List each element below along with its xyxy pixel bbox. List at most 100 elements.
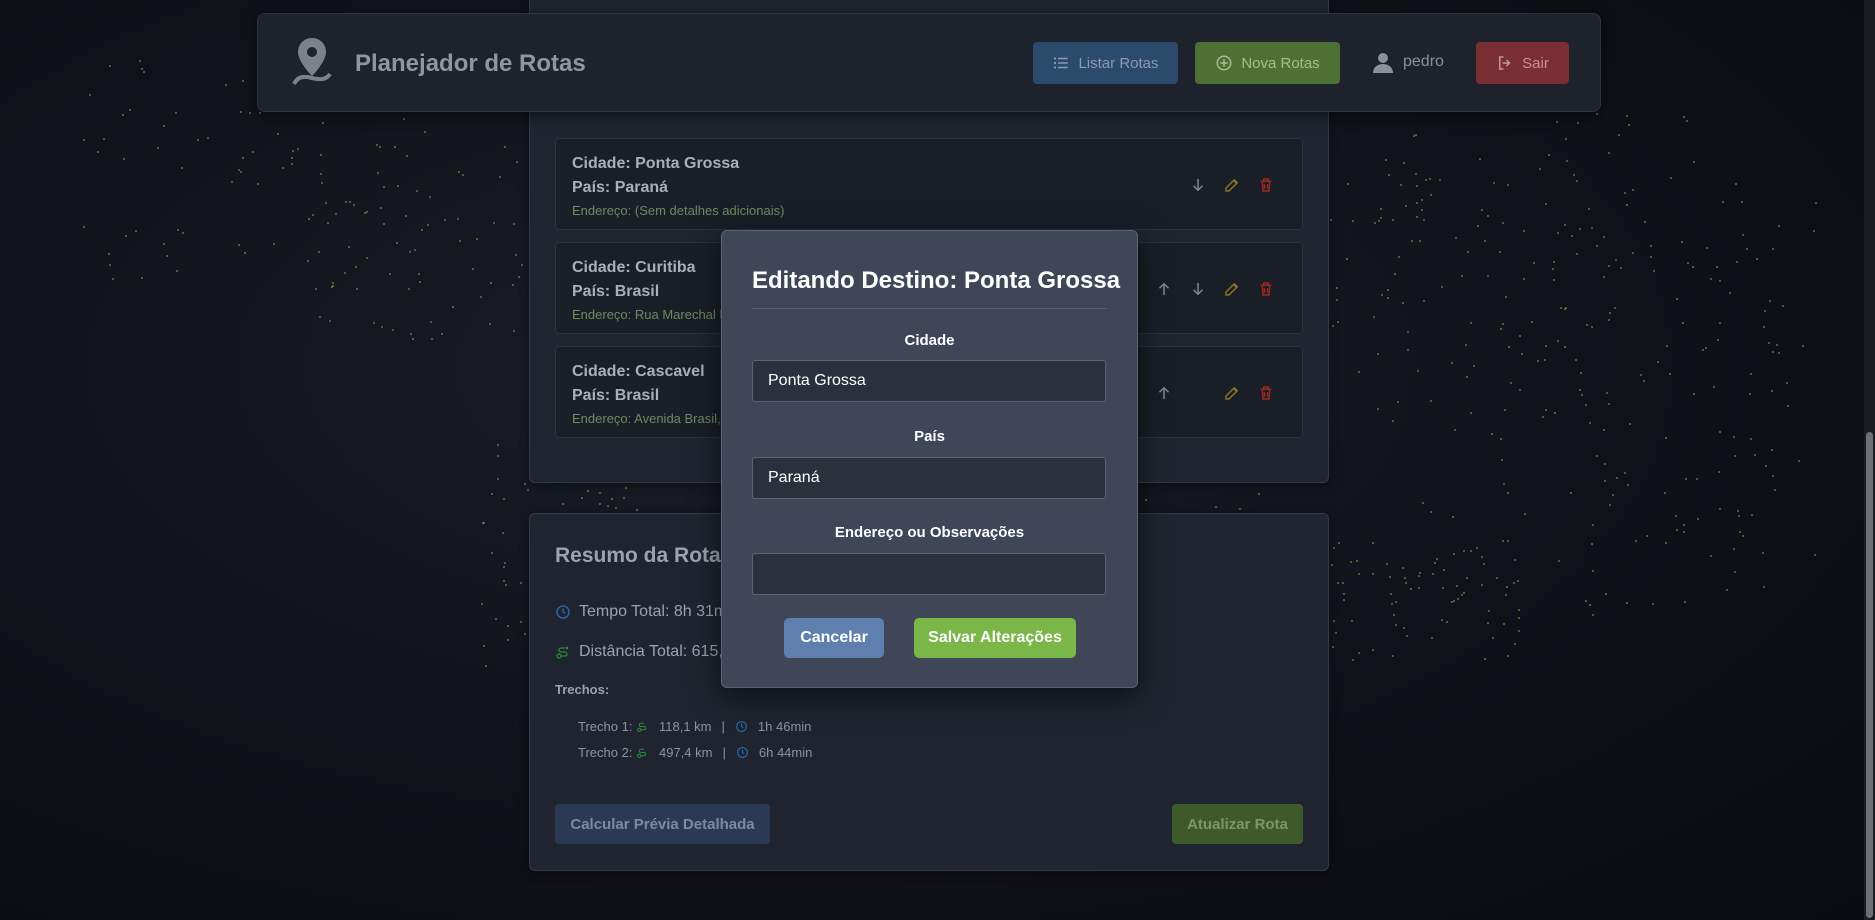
city-light: [504, 562, 507, 565]
user-menu[interactable]: pedro: [1371, 50, 1444, 74]
move-up-icon[interactable]: [1152, 277, 1176, 301]
city-light: [1394, 272, 1397, 275]
city-light: [1575, 252, 1578, 255]
city-light: [397, 184, 400, 187]
city-light: [1332, 620, 1335, 623]
calculate-preview-button[interactable]: Calcular Prévia Detalhada: [555, 804, 770, 844]
city-light: [1771, 350, 1774, 353]
city-light: [176, 270, 179, 273]
logout-button[interactable]: Sair: [1476, 42, 1569, 84]
edit-icon[interactable]: [1220, 173, 1244, 197]
city-light: [1581, 394, 1584, 397]
city-light: [458, 170, 461, 173]
city-light: [1473, 365, 1476, 368]
city-light: [1503, 623, 1506, 626]
city-input[interactable]: [752, 360, 1106, 402]
city-light: [1456, 584, 1459, 587]
city-light: [1335, 298, 1338, 301]
move-down-icon[interactable]: [1186, 277, 1210, 301]
city-light: [1432, 573, 1435, 576]
city-light: [244, 251, 247, 254]
city-light: [472, 267, 475, 270]
city-light: [1504, 594, 1507, 597]
city-light: [1484, 239, 1487, 242]
city-light: [1643, 379, 1646, 382]
city-light: [1507, 654, 1510, 657]
trash-icon[interactable]: [1254, 277, 1278, 301]
city-light: [1513, 558, 1516, 561]
city-light: [1591, 543, 1594, 546]
city-light: [1517, 629, 1520, 632]
cancel-button[interactable]: Cancelar: [784, 618, 884, 658]
move-down-icon[interactable]: [1186, 173, 1210, 197]
city-light: [1414, 133, 1417, 136]
city-light: [139, 60, 142, 63]
city-light: [1762, 551, 1765, 554]
list-routes-button[interactable]: Listar Rotas: [1033, 42, 1178, 84]
edit-icon[interactable]: [1220, 277, 1244, 301]
route-icon: [637, 748, 647, 758]
city-light: [344, 271, 347, 274]
segment-separator: |: [722, 745, 726, 760]
city-light: [1343, 598, 1346, 601]
city-light: [516, 160, 519, 163]
city-light: [511, 284, 514, 287]
save-changes-button[interactable]: Salvar Alterações: [914, 618, 1076, 658]
city-light: [501, 532, 504, 534]
edit-icon[interactable]: [1220, 381, 1244, 405]
city-light: [1592, 569, 1595, 572]
city-light: [1557, 560, 1560, 563]
city-light: [143, 71, 146, 74]
city-light: [1607, 402, 1610, 405]
city-light: [349, 200, 352, 203]
city-light: [1452, 553, 1455, 556]
new-route-button[interactable]: Nova Rotas: [1195, 42, 1340, 84]
city-light: [1483, 563, 1486, 566]
address-input[interactable]: [752, 553, 1106, 595]
username: pedro: [1403, 53, 1444, 70]
country-input[interactable]: [752, 457, 1106, 499]
city-light: [1718, 470, 1721, 473]
update-route-button[interactable]: Atualizar Rota: [1172, 804, 1303, 844]
city-light: [1680, 241, 1683, 244]
city-light: [1402, 161, 1405, 164]
city-light: [1331, 324, 1334, 327]
city-light: [1441, 619, 1444, 622]
city-light: [1719, 322, 1722, 325]
city-light: [381, 326, 384, 329]
city-light: [504, 583, 507, 586]
city-light: [1681, 321, 1684, 324]
city-light: [326, 222, 329, 225]
segment-separator: |: [721, 719, 725, 734]
city-light: [611, 498, 614, 501]
vertical-scrollbar[interactable]: [1864, 0, 1875, 920]
city-light: [1564, 223, 1567, 226]
city-light: [1416, 201, 1419, 204]
trash-icon[interactable]: [1254, 381, 1278, 405]
city-light: [1503, 482, 1506, 485]
city-light: [1392, 613, 1395, 616]
trash-icon[interactable]: [1254, 173, 1278, 197]
city-light: [276, 132, 279, 135]
city-light: [426, 224, 429, 227]
scrollbar-thumb[interactable]: [1866, 432, 1873, 918]
city-light: [519, 621, 522, 624]
city-light: [230, 181, 233, 184]
city-light: [1683, 531, 1686, 534]
address-label: Endereço ou Observações: [834, 524, 1025, 541]
city-light: [625, 487, 628, 490]
city-light: [249, 111, 252, 114]
city-light: [428, 195, 431, 198]
city-light: [586, 489, 589, 492]
city-light: [484, 664, 487, 667]
city-light: [1467, 250, 1470, 253]
city-light: [237, 244, 240, 247]
city-light: [1767, 342, 1770, 345]
city-light: [1373, 315, 1376, 318]
city-light: [1456, 597, 1459, 600]
city-light: [1518, 334, 1521, 337]
city-light: [607, 505, 610, 508]
move-up-icon[interactable]: [1152, 381, 1176, 405]
city-light: [496, 455, 499, 458]
city-light: [1475, 547, 1478, 550]
